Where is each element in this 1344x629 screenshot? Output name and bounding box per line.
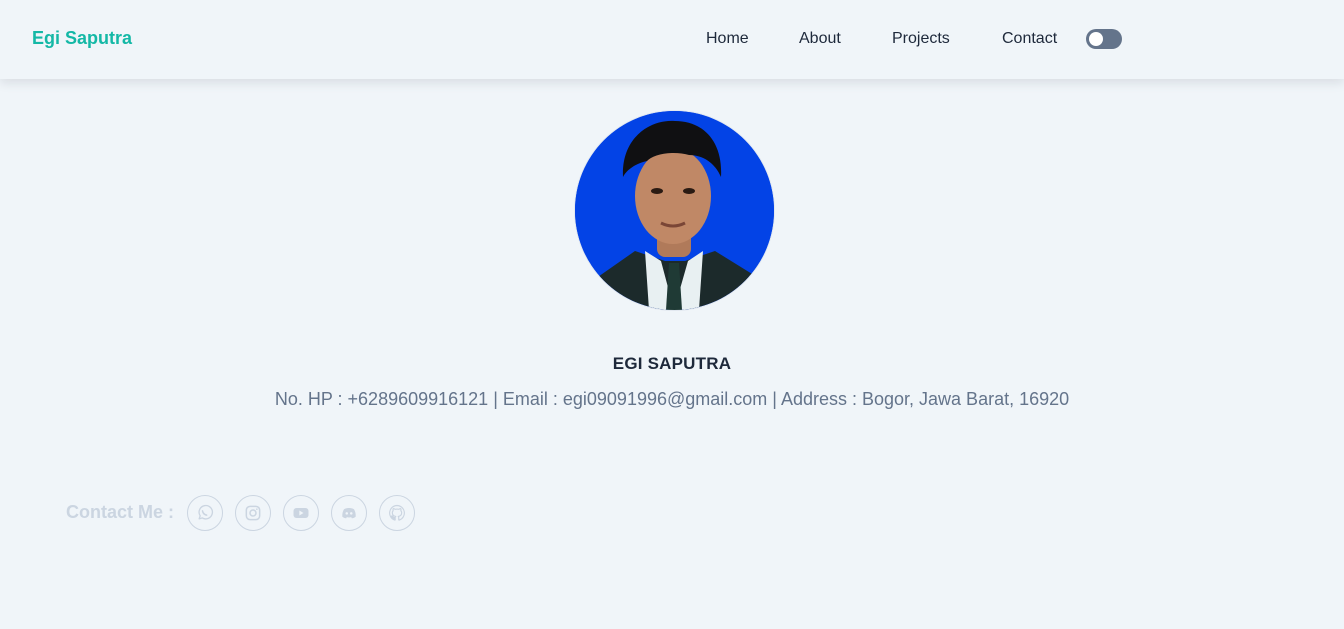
youtube-link[interactable] [283, 495, 319, 531]
instagram-link[interactable] [235, 495, 271, 531]
profile-photo [575, 111, 774, 310]
discord-icon [342, 508, 356, 519]
github-link[interactable] [379, 495, 415, 531]
youtube-icon [293, 508, 309, 518]
nav-home[interactable]: Home [706, 30, 749, 48]
profile-contact-details: No. HP : +6289609916121 | Email : egi090… [274, 389, 1070, 409]
github-icon [389, 504, 405, 521]
whatsapp-link[interactable] [187, 495, 223, 531]
nav-projects[interactable]: Projects [892, 30, 950, 48]
dark-mode-toggle[interactable] [1086, 29, 1122, 49]
whatsapp-icon [198, 504, 214, 520]
contact-label: Contact Me : [66, 502, 174, 522]
instagram-icon [245, 505, 261, 521]
brand-logo[interactable]: Egi Saputra [32, 28, 132, 49]
toggle-knob [1089, 32, 1103, 46]
nav-contact[interactable]: Contact [1002, 30, 1057, 48]
profile-name: EGI SAPUTRA [612, 354, 732, 373]
discord-link[interactable] [331, 495, 367, 531]
navbar: Egi Saputra Home About Projects Contact [0, 0, 1344, 79]
nav-about[interactable]: About [799, 30, 841, 48]
